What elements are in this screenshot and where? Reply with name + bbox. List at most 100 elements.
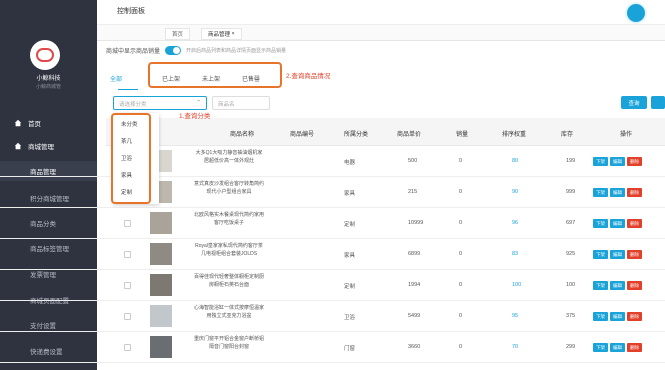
product-price: 3660 (408, 344, 421, 350)
product-sort-weight: 83 (512, 251, 519, 257)
row-checkbox[interactable] (124, 220, 131, 227)
th-category: 所属分类 (344, 132, 369, 138)
product-price: 500 (408, 158, 418, 164)
product-category: 定制 (344, 284, 356, 290)
delete-button[interactable]: 删除 (627, 219, 642, 228)
product-stock: 375 (566, 313, 576, 319)
tab-products[interactable]: 商品管理 × (201, 28, 242, 40)
product-price: 5499 (408, 313, 421, 319)
row-actions: 下架 编辑 删除 (593, 250, 644, 259)
product-sales: 0 (459, 313, 463, 319)
offshelf-button[interactable]: 下架 (593, 157, 608, 166)
product-category: 卫浴 (344, 315, 356, 321)
product-sales: 0 (459, 344, 463, 350)
annotation-query-status: 2.查询商品情况 (286, 73, 331, 80)
product-stock: 697 (566, 220, 576, 226)
product-name: 意式真皮沙发组合客厅转角简约现代小户型组合家具 (194, 181, 265, 195)
product-sales: 0 (459, 282, 463, 288)
logo-subtitle: 小鲸商城管 (35, 84, 61, 90)
th-price: 商品单价 (397, 132, 422, 138)
search-button[interactable]: 查询 (621, 96, 647, 109)
product-sort-weight: 80 (512, 158, 519, 164)
row-checkbox[interactable] (124, 344, 131, 351)
breadcrumb[interactable]: 控制面板 (117, 6, 145, 16)
row-checkbox[interactable] (124, 313, 131, 320)
logo (30, 40, 60, 70)
tab-all[interactable]: 全部 (110, 74, 122, 83)
annotation-box-status (148, 62, 282, 88)
switch-hint: 开启后商品列表和商品详情页面显示商品销量 (186, 48, 287, 54)
product-category: 家具 (344, 253, 356, 259)
logo-area: 小鲸科技 小鲸商城管 (0, 0, 97, 105)
product-price: 6899 (408, 251, 421, 257)
product-sort-weight: 90 (512, 189, 519, 195)
product-name: 重庆门窗平开铝合金窗户断桥铝隔音门窗阳台封窗 (194, 336, 265, 350)
row-actions: 下架 编辑 删除 (593, 188, 644, 197)
delete-button[interactable]: 删除 (627, 281, 642, 290)
product-name: Royal皇家家私现代简约客厅茶几电视柜组合套装JOLDS (195, 243, 263, 257)
offshelf-button[interactable]: 下架 (593, 312, 608, 321)
row-checkbox[interactable] (124, 251, 131, 258)
product-category: 门窗 (344, 346, 356, 352)
avatar[interactable] (625, 2, 647, 24)
table-row: 大多Q1大吸力静音抽油烟机家居超低价高一体外观灶 电器 500 0 80 199 下架 编辑删… (0, 146, 665, 177)
category-select[interactable]: 请选择分类 ⌃ (113, 96, 207, 110)
delete-button[interactable]: 删除 (627, 250, 642, 259)
product-thumbnail (150, 243, 172, 265)
product-name-input[interactable]: 商品名 (212, 96, 270, 110)
offshelf-button[interactable]: 下架 (593, 343, 608, 352)
product-sales: 0 (459, 220, 463, 226)
table-row: Royal皇家家私现代简约客厅茶几电视柜组合套装JOLDS 家具 6899 0 83 92… (0, 239, 665, 270)
product-category: 定制 (344, 222, 356, 228)
product-name: 大多Q1大吸力静音抽油烟机家居超低价高一体外观灶 (195, 150, 263, 164)
edit-button[interactable]: 编辑 (610, 343, 625, 352)
home-icon (14, 119, 22, 127)
offshelf-button[interactable]: 下架 (593, 188, 608, 197)
product-stock: 999 (566, 189, 576, 195)
annotation-box-category (111, 113, 151, 204)
delete-button[interactable]: 删除 (627, 188, 642, 197)
delete-button[interactable]: 删除 (627, 157, 642, 166)
offshelf-button[interactable]: 下架 (593, 219, 608, 228)
annotation-query-category: 1.查询分类 (179, 113, 211, 120)
sales-display-toggle[interactable] (165, 46, 182, 55)
product-sort-weight: 100 (512, 282, 522, 288)
product-sales: 0 (459, 189, 463, 195)
close-icon[interactable]: × (232, 31, 235, 37)
product-name: 心海智能浴缸一体式按摩恒温家用独立式亚克力浴盆 (194, 305, 265, 319)
th-stock: 库存 (561, 132, 574, 138)
sidebar-item-label: 首页 (28, 121, 41, 128)
sidebar-item-home[interactable]: 首页 (0, 113, 97, 133)
tab-label: 商品管理 (208, 32, 231, 38)
product-stock: 100 (566, 282, 576, 288)
row-checkbox[interactable] (124, 282, 131, 289)
product-sales: 0 (459, 251, 463, 257)
product-thumbnail (150, 212, 172, 234)
offshelf-button[interactable]: 下架 (593, 281, 608, 290)
edit-button[interactable]: 编辑 (610, 312, 625, 321)
edit-button[interactable]: 编辑 (610, 188, 625, 197)
extra-button[interactable] (651, 96, 665, 109)
product-stock: 299 (566, 344, 576, 350)
offshelf-button[interactable]: 下架 (593, 250, 608, 259)
product-thumbnail (150, 336, 172, 358)
row-actions: 下架 编辑 删除 (593, 157, 644, 166)
delete-button[interactable]: 删除 (627, 343, 642, 352)
th-sort: 排序权重 (502, 132, 527, 138)
table-row: 百得佳现代轻奢整体橱柜定制厨房橱柜石英石台面 定制 1994 0 100 100 下架 编辑删… (0, 270, 665, 301)
th-name: 商品名称 (230, 132, 255, 138)
edit-button[interactable]: 编辑 (610, 219, 625, 228)
product-price: 1994 (408, 282, 421, 288)
edit-button[interactable]: 编辑 (610, 250, 625, 259)
edit-button[interactable]: 编辑 (610, 281, 625, 290)
product-price: 10999 (408, 220, 424, 226)
delete-button[interactable]: 删除 (627, 312, 642, 321)
row-actions: 下架 编辑 删除 (593, 343, 644, 352)
product-thumbnail (150, 274, 172, 296)
tab-label: 首页 (172, 32, 184, 38)
edit-button[interactable]: 编辑 (610, 157, 625, 166)
th-sales: 销量 (456, 132, 469, 138)
sales-display-row: 商城中显示商品销量 开启后商品列表和商品详情页面显示商品销量 (106, 46, 286, 55)
tab-home[interactable]: 首页 (165, 28, 191, 40)
row-actions: 下架 编辑 删除 (593, 312, 644, 321)
